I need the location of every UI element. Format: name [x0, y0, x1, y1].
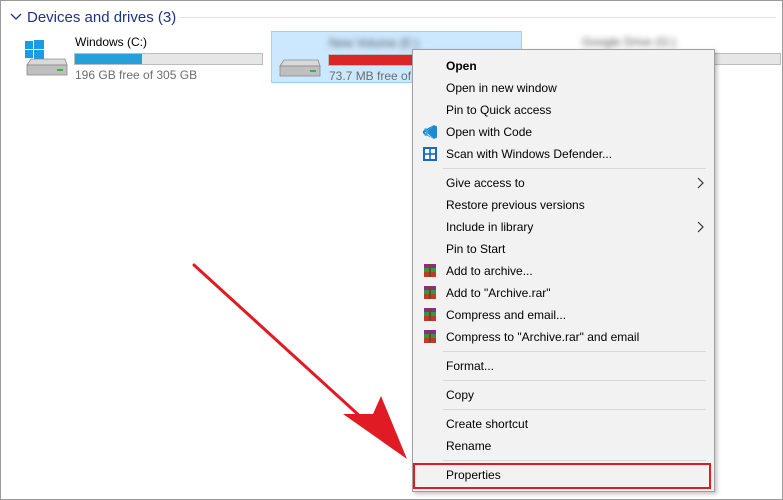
menu-item-label: Create shortcut	[446, 417, 529, 431]
menu-item-label: Format...	[446, 359, 495, 373]
menu-item-compress-to-archive-rar-and-email[interactable]: Compress to "Archive.rar" and email	[413, 326, 714, 348]
menu-item-open-with-code[interactable]: Open with Code	[413, 121, 714, 143]
group-divider	[179, 17, 776, 18]
menu-item-label: Give access to	[446, 176, 525, 190]
menu-item-include-in-library[interactable]: Include in library	[413, 216, 714, 238]
menu-item-pin-to-start[interactable]: Pin to Start	[413, 238, 714, 260]
drive-windows-c[interactable]: Windows (C:) 196 GB free of 305 GB	[21, 31, 266, 83]
drive-free-space: 196 GB free of 305 GB	[75, 68, 198, 82]
menu-item-give-access-to[interactable]: Give access to	[413, 172, 714, 194]
menu-item-label: Rename	[446, 439, 492, 453]
menu-item-label: Pin to Start	[446, 242, 506, 256]
drive-name: Windows (C:)	[75, 35, 148, 49]
menu-item-label: Compress and email...	[446, 308, 567, 322]
menu-item-label: Open with Code	[446, 125, 533, 139]
menu-item-label: Add to archive...	[446, 264, 533, 278]
arrow-shaft	[192, 263, 387, 441]
menu-item-label: Copy	[446, 388, 475, 402]
menu-separator	[443, 380, 706, 381]
menu-item-restore-previous-versions[interactable]: Restore previous versions	[413, 194, 714, 216]
devices-group-header[interactable]: Devices and drives (3)	[9, 7, 176, 27]
menu-item-label: Include in library	[446, 220, 534, 234]
drive-usage-fill	[75, 54, 143, 64]
menu-separator	[443, 409, 706, 410]
menu-item-open[interactable]: Open	[413, 55, 714, 77]
context-menu: Open Open in new window Pin to Quick acces…	[412, 49, 715, 492]
menu-separator	[443, 460, 706, 461]
menu-item-scan-with-windows-defender[interactable]: Scan with Windows Defender...	[413, 143, 714, 165]
winrar-icon	[424, 308, 436, 321]
chevron-right-icon	[697, 177, 704, 189]
menu-item-copy[interactable]: Copy	[413, 384, 714, 406]
menu-separator	[443, 351, 706, 352]
menu-item-open-in-new-window[interactable]: Open in new window	[413, 77, 714, 99]
menu-item-label: Compress to "Archive.rar" and email	[446, 330, 640, 344]
defender-icon	[423, 147, 437, 161]
menu-item-add-to-archive-rar[interactable]: Add to "Archive.rar"	[413, 282, 714, 304]
drive-usage-bar	[74, 53, 263, 65]
chevron-down-icon[interactable]	[9, 10, 23, 24]
menu-item-label: Restore previous versions	[446, 198, 585, 212]
menu-item-compress-and-email[interactable]: Compress and email...	[413, 304, 714, 326]
winrar-icon	[424, 264, 436, 277]
properties-highlight-box	[413, 463, 711, 489]
menu-item-create-shortcut[interactable]: Create shortcut	[413, 413, 714, 435]
menu-item-pin-to-quick-access[interactable]: Pin to Quick access	[413, 99, 714, 121]
hard-drive-icon	[279, 59, 321, 77]
menu-item-label: Scan with Windows Defender...	[446, 147, 613, 161]
winrar-icon	[424, 330, 436, 343]
menu-item-format[interactable]: Format...	[413, 355, 714, 377]
menu-item-label: Pin to Quick access	[446, 103, 552, 117]
menu-separator	[443, 168, 706, 169]
menu-item-add-to-archive[interactable]: Add to archive...	[413, 260, 714, 282]
windows-drive-icon	[25, 40, 68, 76]
menu-item-rename[interactable]: Rename	[413, 435, 714, 457]
arrow-head	[343, 396, 407, 459]
chevron-right-icon	[697, 221, 704, 233]
explorer-window: Devices and drives (3) Windows (C:) 196 …	[0, 0, 783, 500]
group-title: Devices and drives (3)	[27, 8, 177, 26]
winrar-icon	[424, 286, 436, 299]
menu-item-label: Add to "Archive.rar"	[446, 286, 551, 300]
drive-name: Google Drive (G:)	[582, 35, 677, 49]
menu-item-label: Open in new window	[446, 81, 557, 95]
vscode-icon	[423, 125, 437, 139]
drive-name: New Volume (E:)	[329, 36, 420, 50]
drive-free-space: 73.7 MB free of	[329, 69, 412, 83]
menu-item-label: Open	[446, 59, 477, 73]
